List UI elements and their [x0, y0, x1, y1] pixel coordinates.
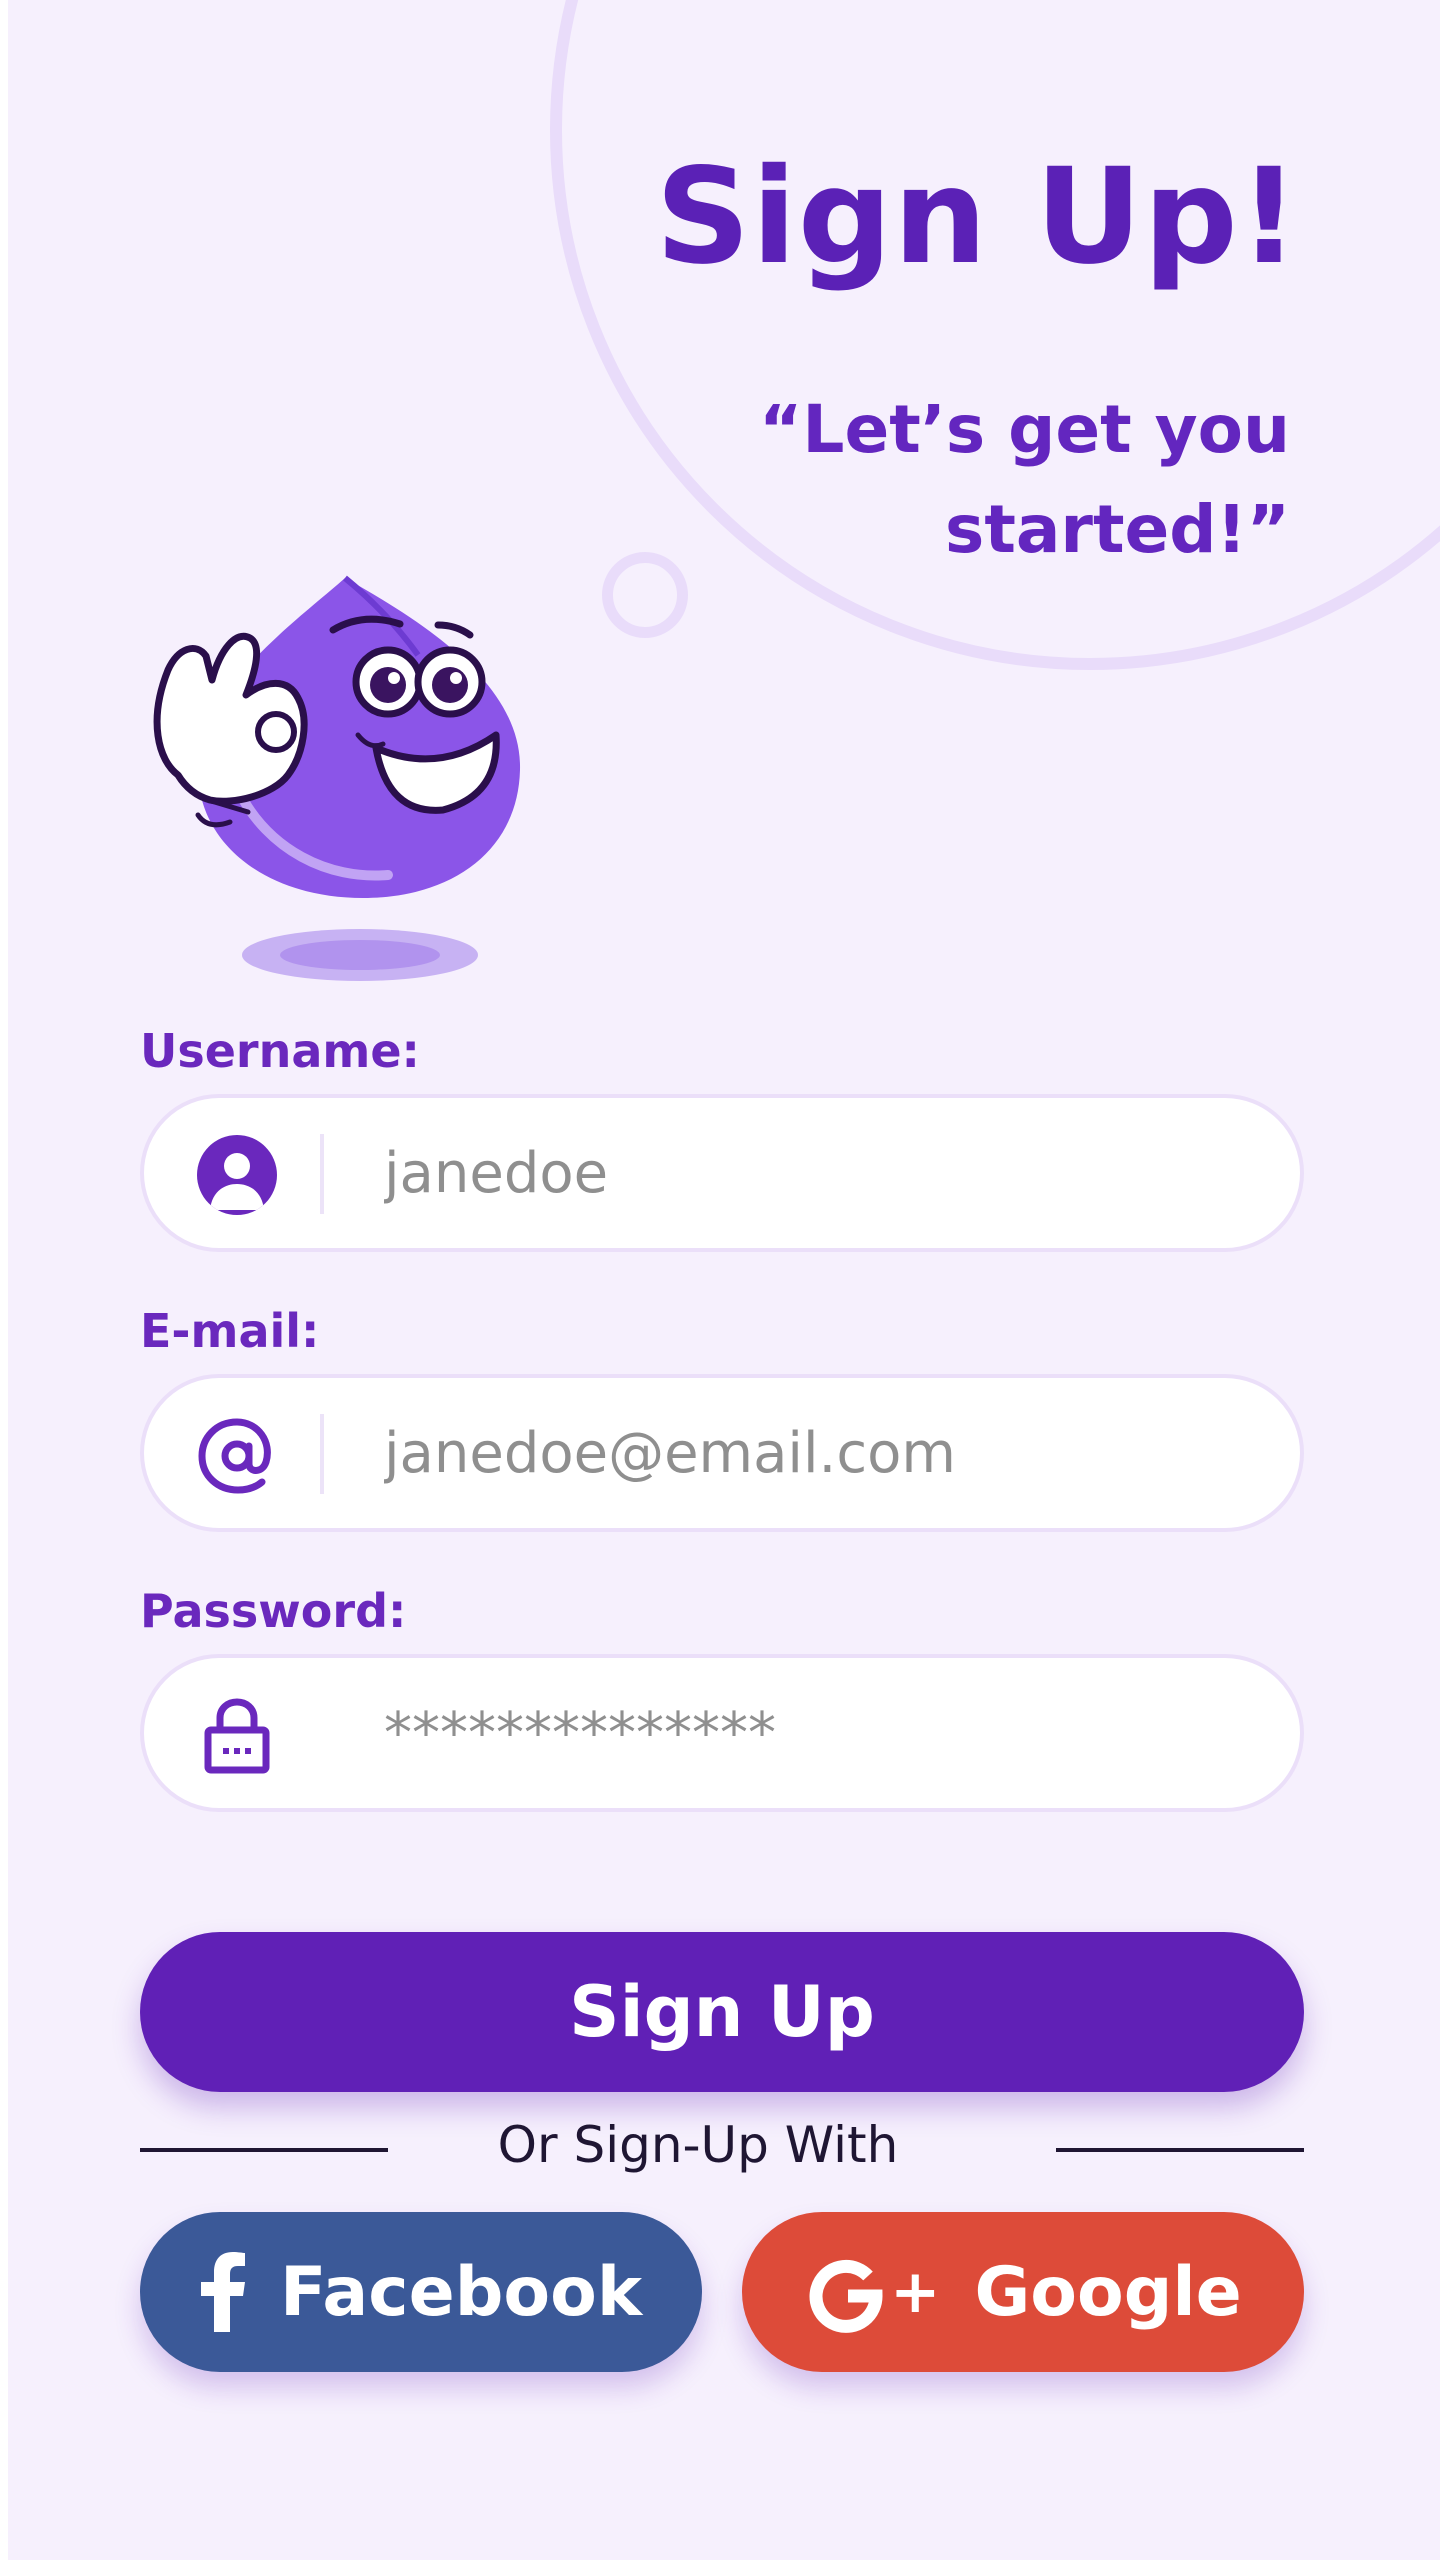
lock-icon	[204, 1698, 270, 1774]
signup-screen: Sign Up! “Let’s get you started!” Userna…	[8, 0, 1440, 2560]
social-divider-text: Or Sign-Up With	[497, 2116, 899, 2174]
facebook-label: Facebook	[279, 2252, 643, 2332]
email-label: E-mail:	[140, 1304, 320, 1358]
user-icon	[197, 1135, 277, 1215]
mascot-illustration	[153, 575, 521, 981]
email-input[interactable]	[384, 1398, 1264, 1508]
field-divider	[320, 1414, 324, 1494]
page-title: Sign Up!	[655, 140, 1300, 294]
at-sign-icon	[198, 1418, 271, 1494]
username-label: Username:	[140, 1024, 420, 1078]
google-plus-sign: +	[890, 2257, 941, 2327]
username-input[interactable]	[384, 1118, 1264, 1228]
facebook-icon	[200, 2252, 246, 2332]
google-signup-button[interactable]: + Google	[742, 2212, 1304, 2372]
field-divider	[320, 1134, 324, 1214]
sign-up-button[interactable]: Sign Up	[140, 1932, 1304, 2092]
password-input[interactable]	[384, 1678, 1264, 1788]
google-plus-icon: +	[804, 2250, 940, 2334]
password-label: Password:	[140, 1584, 407, 1638]
username-field[interactable]	[140, 1094, 1304, 1252]
page-tagline: “Let’s get you started!”	[759, 391, 1290, 568]
divider-line-right	[1056, 2148, 1304, 2152]
password-field[interactable]	[140, 1654, 1304, 1812]
google-label: Google	[974, 2252, 1242, 2332]
email-field[interactable]	[140, 1374, 1304, 1532]
facebook-signup-button[interactable]: Facebook	[140, 2212, 702, 2372]
